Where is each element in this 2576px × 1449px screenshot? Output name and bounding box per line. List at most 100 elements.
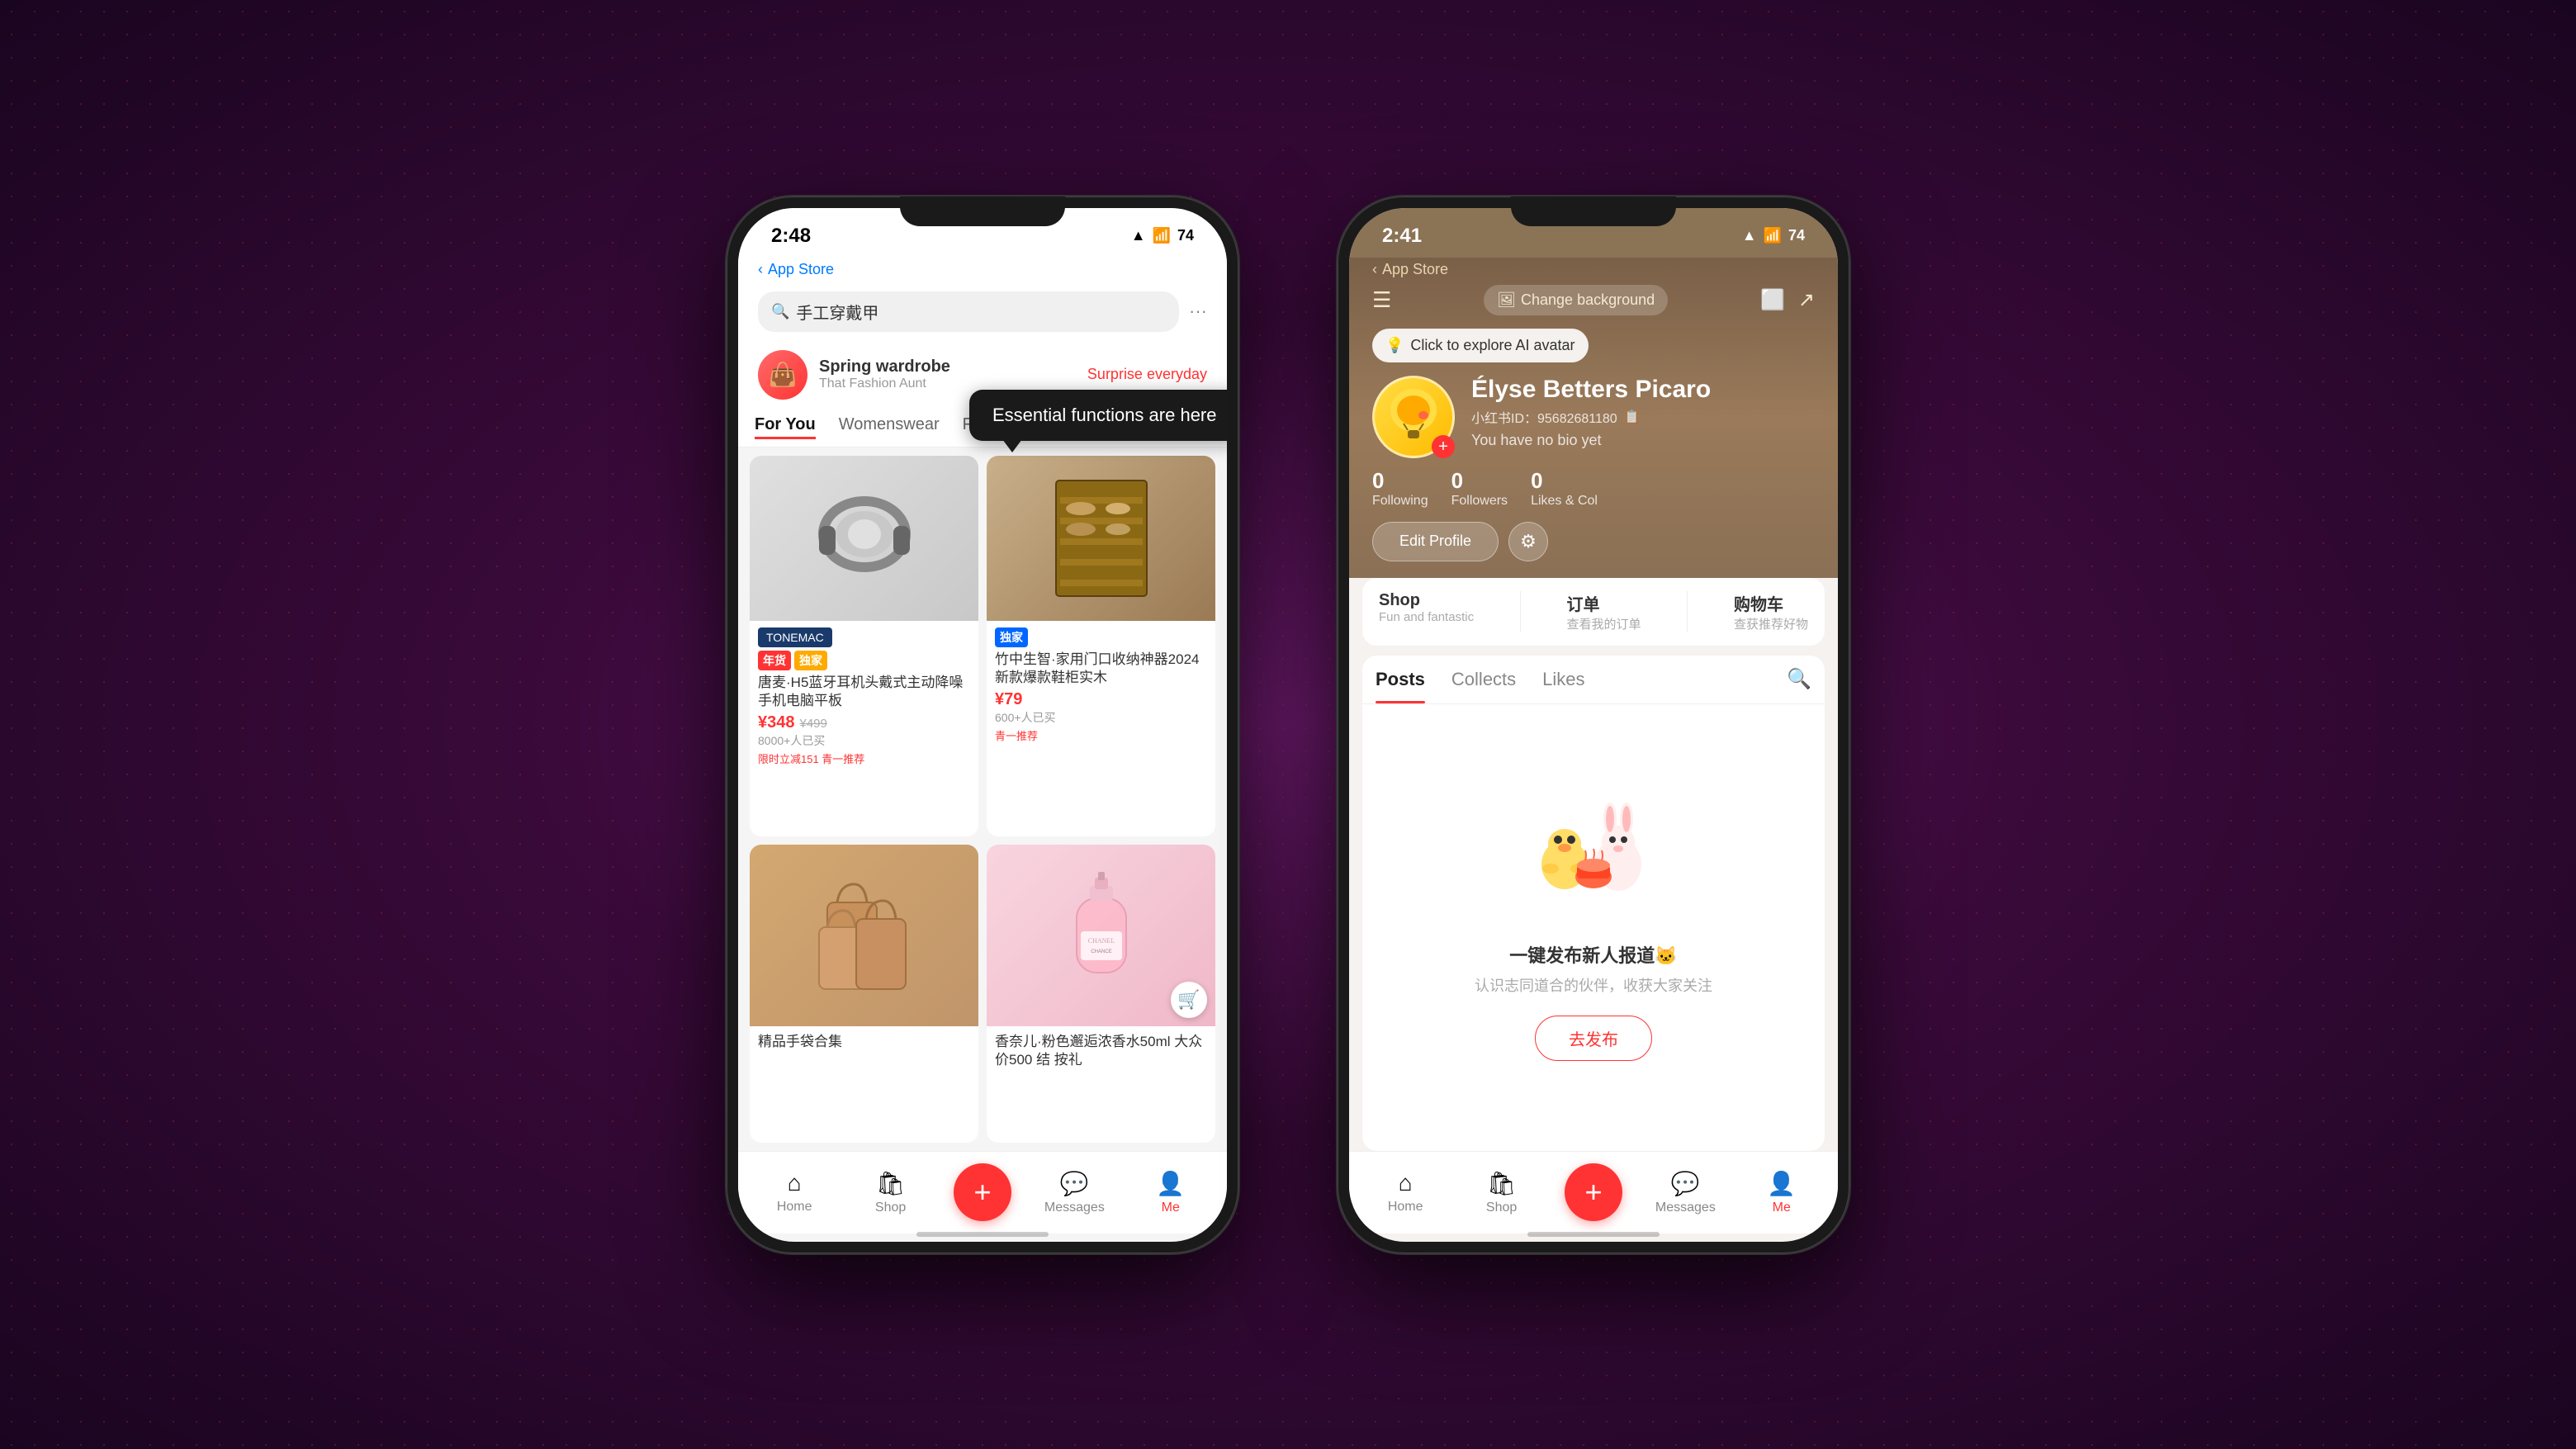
- back-arrow-left[interactable]: ‹: [758, 261, 763, 278]
- product-img-bags: [750, 845, 978, 1026]
- profile-username: Élyse Betters Picaro: [1471, 376, 1815, 404]
- change-bg-icon: 🖼: [1497, 291, 1516, 309]
- shop-divider-1: [1520, 591, 1521, 632]
- followers-label: Followers: [1451, 494, 1508, 509]
- content-tabs: Posts Collects Likes 🔍: [1362, 656, 1825, 704]
- shop-icon-right: 🛍: [1487, 1170, 1517, 1197]
- tab-womenswear[interactable]: Womenswear: [839, 415, 940, 439]
- wifi-icon: ▲: [1131, 227, 1146, 244]
- ai-avatar-hint[interactable]: 💡 Click to explore AI avatar: [1372, 329, 1589, 362]
- left-app-store-bar[interactable]: ‹ App Store: [738, 258, 1227, 285]
- product-info-4: 香奈儿·粉色邂逅浓香水50ml 大众价500 结 按礼: [987, 1026, 1215, 1079]
- edit-profile-button[interactable]: Edit Profile: [1372, 522, 1499, 561]
- settings-icon: ⚙: [1520, 531, 1537, 552]
- left-time: 2:48: [771, 225, 811, 248]
- wifi-icon-right: ▲: [1742, 227, 1757, 244]
- hamburger-icon[interactable]: ☰: [1372, 287, 1391, 313]
- product-card-3[interactable]: 精品手袋合集: [750, 845, 978, 1143]
- app-store-label-left: App Store: [768, 261, 834, 278]
- tab-search-icon[interactable]: 🔍: [1787, 667, 1811, 691]
- left-phone: 2:48 ▲ 📶 74 ‹ App Store 🔍 手工穿戴甲 ···: [727, 197, 1238, 1253]
- sold-count-1: 8000+人已买: [758, 732, 970, 749]
- price-row-1: ¥348 ¥499: [758, 713, 970, 732]
- product-card-2[interactable]: 独家 竹中生智·家用门口收纳神器2024新款爆款鞋柜实木 ¥79 600+人已买…: [987, 456, 1215, 836]
- back-arrow-right[interactable]: ‹: [1372, 261, 1377, 278]
- more-dots[interactable]: ···: [1189, 301, 1207, 322]
- product-info-1: TONEMAC 年货 独家 唐麦·H5蓝牙耳机头戴式主动降噪手机电脑平板 ¥34…: [750, 621, 978, 773]
- product-img-shoerack: [987, 456, 1215, 621]
- right-app-store-bar[interactable]: ‹ App Store: [1372, 258, 1815, 285]
- shop-label-right: Shop: [1486, 1200, 1517, 1215]
- profile-actions: Edit Profile ⚙: [1372, 522, 1815, 561]
- price-main-2: ¥79: [995, 690, 1022, 709]
- nav-me-right[interactable]: 👤 Me: [1749, 1170, 1815, 1215]
- avatar-plus-btn[interactable]: +: [1432, 435, 1455, 458]
- product-card-4[interactable]: CHANEL CHANCE 🛒 香奈儿·粉色邂逅浓香水50ml 大众价500 结…: [987, 845, 1215, 1143]
- cart-item[interactable]: 购物车 查获推荐好物: [1734, 591, 1808, 632]
- me-label-right: Me: [1773, 1200, 1791, 1215]
- product-img-headphones: [750, 456, 978, 621]
- me-icon-left: 👤: [1156, 1170, 1185, 1197]
- profile-mini-subtitle: That Fashion Aunt: [819, 376, 950, 391]
- product-title-1: 唐麦·H5蓝牙耳机头戴式主动降噪手机电脑平板: [758, 674, 970, 710]
- nav-shop-right[interactable]: 🛍 Shop: [1469, 1170, 1535, 1215]
- profile-top-actions: ☰ 🖼 Change background ⬜ ↗: [1372, 285, 1815, 315]
- extra-info-2: 青一推荐: [995, 727, 1207, 743]
- profile-mini-info: Spring wardrobe That Fashion Aunt: [819, 358, 950, 391]
- nav-home-left[interactable]: ⌂ Home: [761, 1170, 827, 1215]
- settings-button[interactable]: ⚙: [1508, 522, 1548, 561]
- share-icon[interactable]: ↗: [1798, 288, 1815, 312]
- shop-item[interactable]: Shop Fun and fantastic: [1379, 591, 1474, 632]
- tooltip-bubble: Essential functions are here: [969, 390, 1227, 441]
- tab-likes[interactable]: Likes: [1542, 656, 1584, 703]
- surprise-tag: Surprise everyday: [1087, 366, 1207, 383]
- product-title-4: 香奈儿·粉色邂逅浓香水50ml 大众价500 结 按礼: [995, 1033, 1207, 1069]
- nav-home-right[interactable]: ⌂ Home: [1372, 1170, 1438, 1215]
- svg-text:CHANCE: CHANCE: [1091, 949, 1111, 954]
- nav-me-left[interactable]: 👤 Me: [1138, 1170, 1204, 1215]
- cart-title: 购物车: [1734, 591, 1783, 615]
- left-status-icons: ▲ 📶 74: [1131, 227, 1194, 244]
- minimize-icon[interactable]: ⬜: [1760, 288, 1785, 312]
- stat-followers[interactable]: 0 Followers: [1451, 468, 1508, 509]
- profile-name-area: Élyse Betters Picaro 小红书ID：95682681180 📋…: [1471, 376, 1815, 449]
- profile-info-row: + Élyse Betters Picaro 小红书ID：95682681180…: [1372, 376, 1815, 458]
- battery-icon-right: 74: [1788, 227, 1805, 244]
- order-item[interactable]: 订单 查看我的订单: [1567, 591, 1641, 632]
- profile-avatar-wrap[interactable]: +: [1372, 376, 1455, 458]
- search-text: 手工穿戴甲: [796, 300, 878, 324]
- order-title: 订单: [1567, 591, 1600, 615]
- change-bg-button[interactable]: 🖼 Change background: [1484, 285, 1668, 315]
- nav-shop-left[interactable]: 🛍 Shop: [858, 1170, 924, 1215]
- messages-icon-left: 💬: [1060, 1170, 1089, 1197]
- svg-text:CHANEL: CHANEL: [1087, 937, 1115, 945]
- search-input-area[interactable]: 🔍 手工穿戴甲: [758, 291, 1179, 332]
- tab-for-you[interactable]: For You: [755, 415, 816, 439]
- stat-likes[interactable]: 0 Likes & Col: [1531, 468, 1598, 509]
- following-label: Following: [1372, 494, 1428, 509]
- messages-label-left: Messages: [1044, 1200, 1105, 1215]
- copy-icon[interactable]: 📋: [1624, 409, 1641, 425]
- shop-divider-2: [1687, 591, 1688, 632]
- right-phone-screen: 2:41 ▲ 📶 74 ‹ App Store ☰ 🖼: [1349, 208, 1838, 1242]
- product-title-3: 精品手袋合集: [758, 1033, 970, 1051]
- tab-posts[interactable]: Posts: [1376, 656, 1425, 703]
- cart-badge[interactable]: 🛒: [1171, 982, 1207, 1018]
- product-card-1[interactable]: TONEMAC 年货 独家 唐麦·H5蓝牙耳机头戴式主动降噪手机电脑平板 ¥34…: [750, 456, 978, 836]
- nav-plus-left[interactable]: +: [954, 1163, 1011, 1221]
- extra-info-1: 限时立减151 青一推荐: [758, 751, 970, 766]
- stat-following[interactable]: 0 Following: [1372, 468, 1428, 509]
- home-indicator-right: [1349, 1234, 1838, 1242]
- product-info-3: 精品手袋合集: [750, 1026, 978, 1061]
- phone-notch-right: [1511, 197, 1676, 226]
- nav-messages-right[interactable]: 💬 Messages: [1652, 1170, 1718, 1215]
- nav-messages-left[interactable]: 💬 Messages: [1041, 1170, 1107, 1215]
- battery-icon: 74: [1177, 227, 1194, 244]
- tab-collects[interactable]: Collects: [1451, 656, 1516, 703]
- shop-section: Shop Fun and fantastic 订单 查看我的订单 购物车 查获推…: [1362, 578, 1825, 646]
- home-label-left: Home: [777, 1200, 812, 1215]
- publish-button[interactable]: 去发布: [1535, 1016, 1652, 1061]
- nav-plus-right[interactable]: +: [1565, 1163, 1622, 1221]
- right-phone: 2:41 ▲ 📶 74 ‹ App Store ☰ 🖼: [1338, 197, 1849, 1253]
- right-time: 2:41: [1382, 225, 1422, 248]
